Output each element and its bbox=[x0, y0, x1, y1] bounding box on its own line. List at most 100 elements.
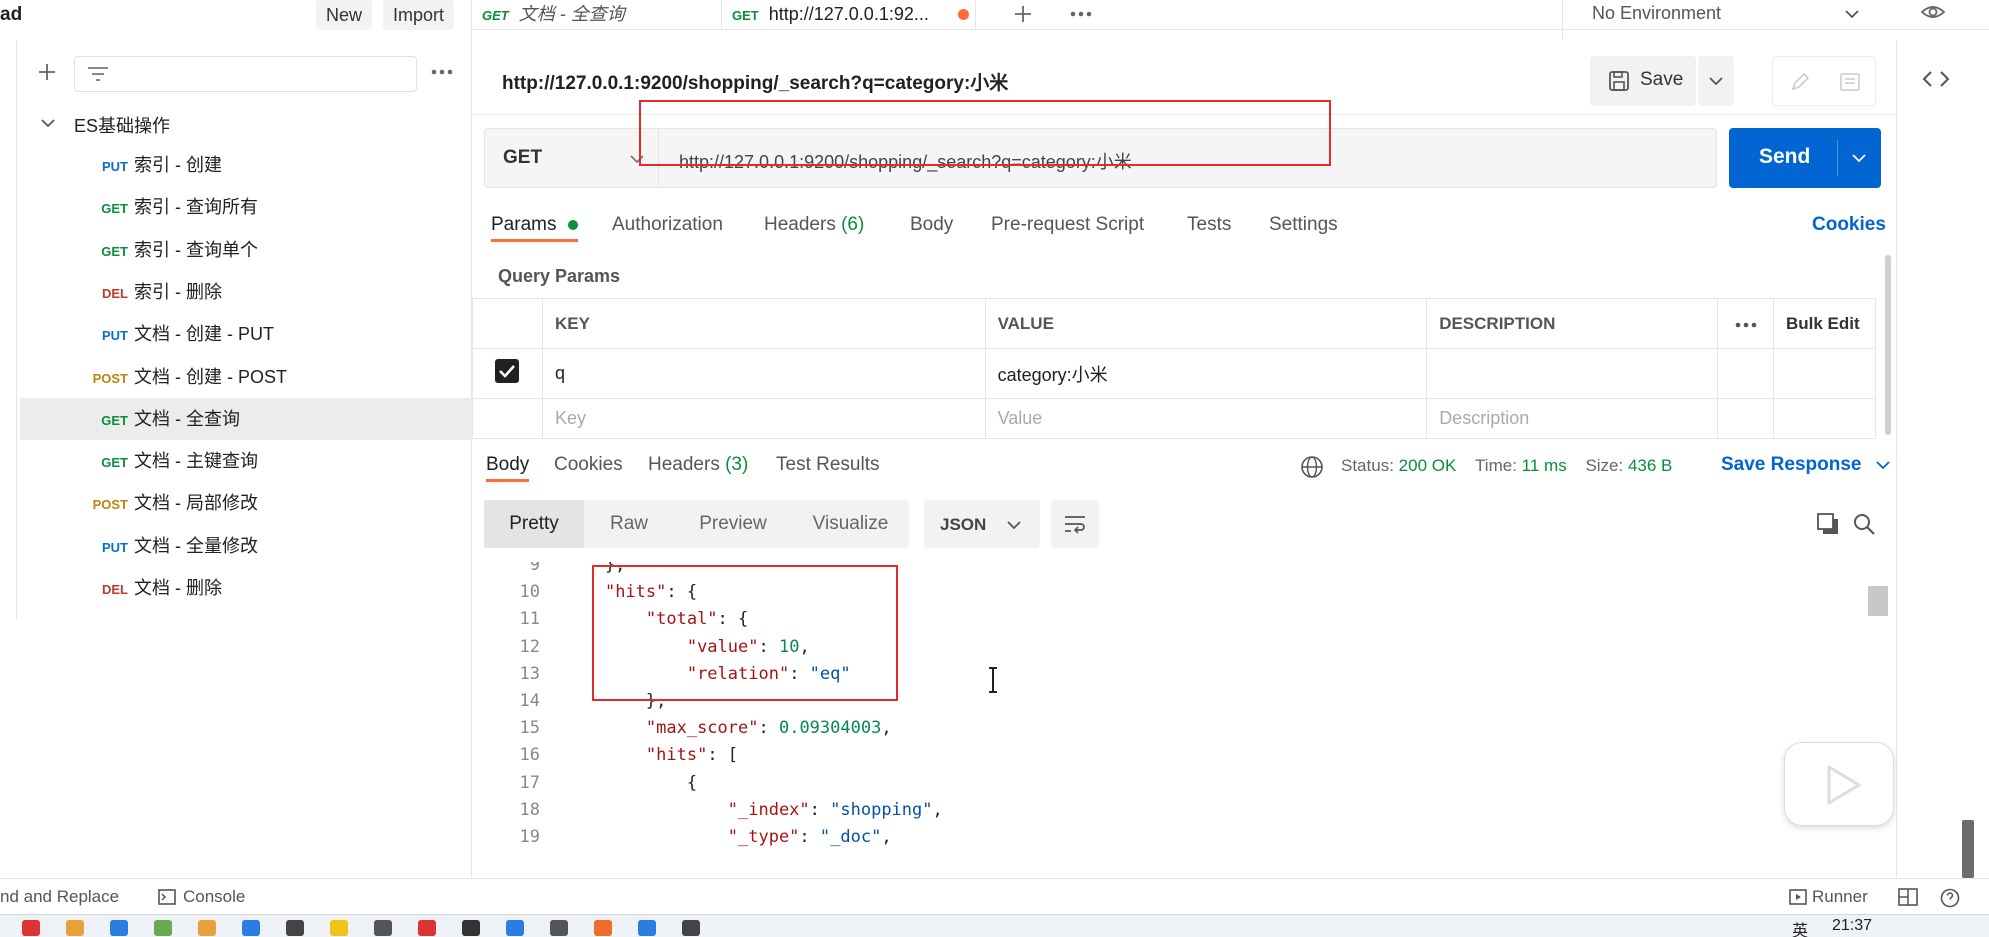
format-visualize[interactable]: Visualize bbox=[792, 500, 909, 548]
request-name: 文档 - 删除 bbox=[134, 578, 222, 598]
tab-request-1[interactable]: GET 文档 - 全查询 bbox=[482, 0, 722, 30]
chat-icon[interactable] bbox=[462, 920, 480, 936]
runner-button[interactable]: Runner bbox=[1812, 887, 1868, 907]
folder-icon[interactable] bbox=[66, 920, 84, 936]
tab-headers[interactable]: Headers (6) bbox=[764, 212, 864, 242]
app-icon[interactable] bbox=[594, 920, 612, 936]
tab-request-2[interactable]: GET http://127.0.0.1:92... bbox=[732, 0, 976, 30]
sidebar-request-item[interactable]: GET 索引 - 查询所有 bbox=[20, 186, 472, 228]
sidebar-request-item[interactable]: POST 文档 - 局部修改 bbox=[20, 482, 472, 524]
filter-input[interactable] bbox=[74, 56, 417, 92]
sidebar-request-item[interactable]: POST 文档 - 创建 - POST bbox=[20, 356, 472, 398]
params-scrollbar[interactable] bbox=[1885, 255, 1891, 435]
format-preview[interactable]: Preview bbox=[674, 500, 792, 548]
bulk-edit-button[interactable]: Bulk Edit bbox=[1773, 298, 1876, 349]
sidebar-request-item[interactable]: PUT 文档 - 创建 - PUT bbox=[20, 313, 472, 355]
console-button[interactable]: Console bbox=[183, 887, 245, 907]
app-icon[interactable] bbox=[374, 920, 392, 936]
response-tab-body[interactable]: Body bbox=[486, 452, 530, 482]
response-tab-headers[interactable]: Headers (3) bbox=[648, 452, 748, 482]
request-title[interactable]: http://127.0.0.1:9200/shopping/_search?q… bbox=[502, 68, 1008, 95]
save-dropdown-button[interactable] bbox=[1698, 56, 1734, 106]
param-description-cell[interactable] bbox=[1426, 348, 1719, 399]
import-button[interactable]: Import bbox=[383, 0, 455, 30]
layout-icon[interactable] bbox=[1898, 888, 1918, 906]
save-button[interactable]: Save bbox=[1590, 56, 1696, 106]
table-more-cell[interactable] bbox=[1717, 298, 1774, 349]
sidebar-request-item[interactable]: DEL 索引 - 删除 bbox=[20, 271, 472, 313]
terminal-icon[interactable] bbox=[286, 920, 304, 936]
page-scrollbar-thumb[interactable] bbox=[1962, 820, 1974, 878]
edit-icon[interactable] bbox=[1789, 71, 1811, 93]
globe-icon[interactable] bbox=[1300, 455, 1324, 479]
request-name: 文档 - 全量修改 bbox=[134, 535, 258, 556]
eye-icon[interactable] bbox=[1920, 2, 1946, 22]
filter-icon bbox=[87, 65, 109, 83]
notes-icon[interactable] bbox=[198, 920, 216, 936]
runner-icon bbox=[1789, 889, 1807, 905]
chevron-down-icon[interactable] bbox=[1851, 152, 1867, 164]
app-icon[interactable] bbox=[682, 920, 700, 936]
documentation-icon[interactable] bbox=[1839, 71, 1861, 93]
tab-tests[interactable]: Tests bbox=[1187, 212, 1231, 242]
param-key-cell[interactable]: q bbox=[541, 348, 986, 399]
browser-icon[interactable] bbox=[22, 920, 40, 936]
idea-icon[interactable] bbox=[550, 920, 568, 936]
cookies-link[interactable]: Cookies bbox=[1812, 212, 1886, 242]
tab-body[interactable]: Body bbox=[910, 212, 953, 242]
sidebar-request-item[interactable]: GET 索引 - 查询单个 bbox=[20, 229, 472, 271]
me-icon[interactable] bbox=[330, 920, 348, 936]
param-value-cell[interactable]: category:小米 bbox=[984, 348, 1428, 399]
request-method-badge: GET bbox=[101, 455, 128, 471]
language-select[interactable]: JSON bbox=[924, 500, 1040, 548]
environment-select[interactable]: No Environment bbox=[1592, 0, 1872, 30]
video-play-overlay[interactable] bbox=[1784, 742, 1894, 826]
collection-name[interactable]: ES基础操作 bbox=[74, 112, 170, 138]
tab-params[interactable]: Params bbox=[491, 212, 578, 242]
size-value[interactable]: 436 B bbox=[1628, 456, 1672, 475]
param-description-placeholder[interactable]: Description bbox=[1426, 398, 1719, 439]
app-icon[interactable] bbox=[154, 920, 172, 936]
chevron-down-icon[interactable] bbox=[40, 117, 56, 129]
format-toggle-group: Pretty Raw Preview Visualize bbox=[484, 500, 909, 548]
time-value[interactable]: 11 ms bbox=[1522, 456, 1567, 475]
windows-icon[interactable] bbox=[506, 920, 524, 936]
format-raw[interactable]: Raw bbox=[584, 500, 674, 548]
tab-authorization[interactable]: Authorization bbox=[612, 212, 723, 242]
new-tab-icon[interactable] bbox=[1012, 3, 1034, 25]
sidebar-request-item[interactable]: GET 文档 - 全查询 bbox=[20, 397, 472, 440]
tab-prerequest-script[interactable]: Pre-request Script bbox=[991, 212, 1144, 242]
tab-settings[interactable]: Settings bbox=[1269, 212, 1338, 242]
response-tab-test-results[interactable]: Test Results bbox=[776, 452, 879, 482]
sidebar-request-item[interactable]: PUT 索引 - 创建 bbox=[20, 144, 472, 186]
chrome-icon[interactable] bbox=[110, 920, 128, 936]
wrap-lines-button[interactable] bbox=[1051, 500, 1099, 548]
tabs-more-icon[interactable] bbox=[1069, 10, 1093, 18]
code-scrollbar-thumb[interactable] bbox=[1868, 586, 1888, 616]
sidebar-request-item[interactable]: GET 文档 - 主键查询 bbox=[20, 440, 472, 482]
app-icon[interactable] bbox=[418, 920, 436, 936]
more-icon[interactable] bbox=[430, 68, 454, 76]
sidebar-request-item[interactable]: DEL 文档 - 删除 bbox=[20, 567, 472, 609]
add-collection-icon[interactable] bbox=[36, 61, 58, 83]
method-select[interactable]: GET bbox=[484, 128, 659, 188]
param-checkbox-cell[interactable] bbox=[472, 348, 543, 399]
param-key-placeholder[interactable]: Key bbox=[541, 398, 986, 439]
save-response-button[interactable]: Save Response bbox=[1721, 454, 1891, 476]
copy-icon[interactable] bbox=[1816, 512, 1840, 536]
response-tab-cookies[interactable]: Cookies bbox=[554, 452, 623, 482]
search-icon[interactable] bbox=[1852, 512, 1876, 536]
code-icon[interactable] bbox=[1922, 68, 1950, 90]
taskbar-clock[interactable]: 21:37 bbox=[1832, 917, 1872, 935]
store-icon[interactable] bbox=[242, 920, 260, 936]
help-icon[interactable] bbox=[1940, 888, 1960, 908]
status-value[interactable]: 200 OK bbox=[1399, 456, 1457, 475]
input-lang-indicator[interactable]: 英 bbox=[1792, 917, 1808, 937]
find-replace-button[interactable]: nd and Replace bbox=[0, 887, 119, 907]
format-pretty[interactable]: Pretty bbox=[484, 500, 584, 548]
sidebar-request-item[interactable]: PUT 文档 - 全量修改 bbox=[20, 525, 472, 567]
param-value-placeholder[interactable]: Value bbox=[984, 398, 1428, 439]
send-button[interactable]: Send bbox=[1729, 128, 1881, 188]
new-button[interactable]: New bbox=[316, 0, 373, 30]
postman-icon[interactable] bbox=[638, 920, 656, 936]
